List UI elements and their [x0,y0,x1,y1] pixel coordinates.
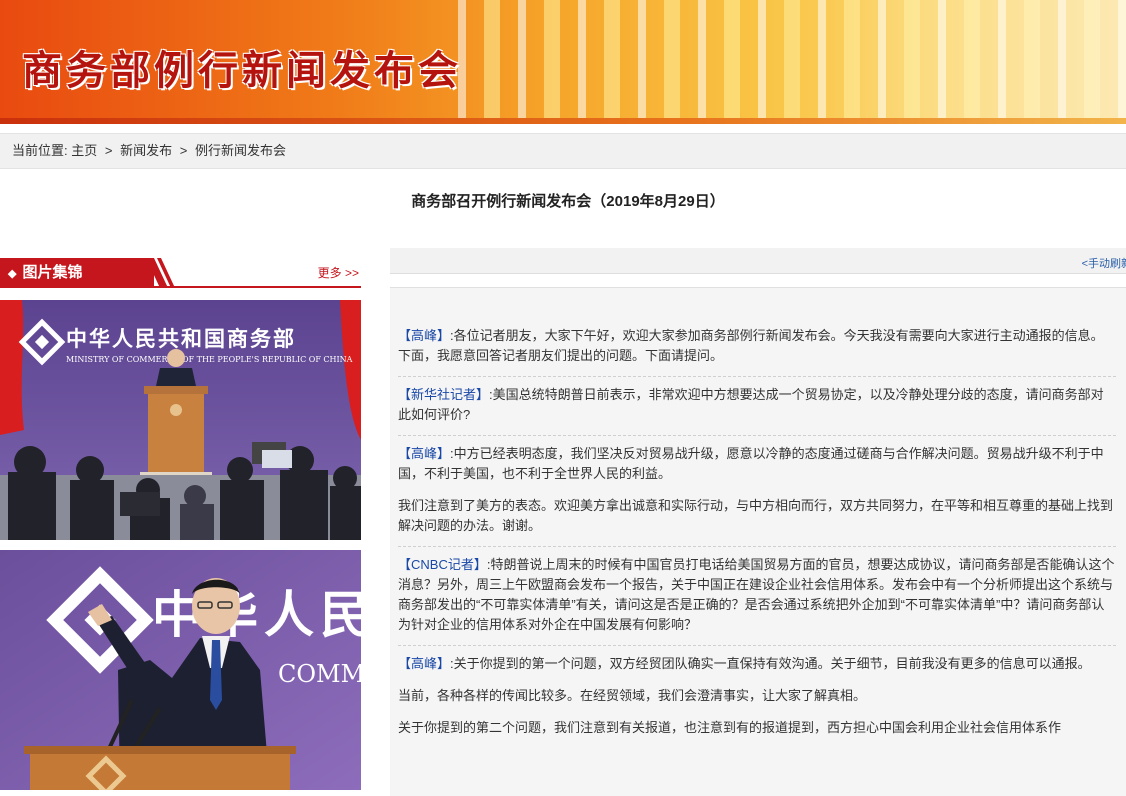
breadcrumb-home-link[interactable]: 主页 [71,143,97,158]
speaker-label: 【高峰】 [398,446,451,461]
slash-decoration-icon [146,258,175,288]
page-title: 商务部召开例行新闻发布会（2019年8月29日） [411,193,725,210]
transcript-paragraph: 【高峰】:中方已经表明态度，我们坚决反对贸易战升级，愿意以冷静的态度通过磋商与合… [398,444,1116,484]
diamond-icon: ◆ [8,268,17,280]
refresh-bar: <手动刷新 [390,248,1126,274]
photo1-sign-cn: 中华人民共和国商务部 [66,327,296,351]
gallery-tab: ◆ 图片集锦 [0,258,154,288]
banner-glow [826,0,1126,124]
transcript-paragraph-continued: 当前，各种各样的传闻比较多。在经贸领域，我们会澄清事实，让大家了解真相。 [398,688,867,703]
gallery-photo-podium[interactable]: 中华人民共和国商务部 MINISTRY OF COMMERCE OF THE P… [0,300,361,540]
transcript-entry: 【新华社记者】:美国总统特朗普日前表示，非常欢迎中方想要达成一个贸易协定，以及冷… [398,377,1116,436]
transcript-paragraph: 【高峰】:各位记者朋友，大家下午好，欢迎大家参加商务部例行新闻发布会。今天我没有… [398,326,1116,366]
photo-podium-image: 中华人民共和国商务部 MINISTRY OF COMMERCE OF THE P… [0,300,361,540]
breadcrumb-separator: > [104,143,113,158]
photo-gallery: ◆ 图片集锦 更多 >> 中华人民共和国商务部 MINISTRY OF COMM… [0,256,361,790]
header-banner: 商务部例行新闻发布会 [0,0,1126,124]
breadcrumb-prefix: 当前位置: [12,143,68,158]
breadcrumb: 当前位置: 主页 > 新闻发布 > 例行新闻发布会 [0,133,1126,169]
photo2-sign-en: COMMERC [278,660,361,688]
speaker-label: 【CNBC记者】 [398,557,487,572]
transcript-content[interactable]: 【高峰】:各位记者朋友，大家下午好，欢迎大家参加商务部例行新闻发布会。今天我没有… [390,287,1126,796]
speech-text: :特朗普说上周末的时候有中国官员打电话给美国贸易方面的官员，想要达成协议，请问商… [398,557,1115,632]
photo-speaker-image: 中华人民 COMMERC [0,550,361,790]
breadcrumb-news-link[interactable]: 新闻发布 [120,143,172,158]
speech-text: :中方已经表明态度，我们坚决反对贸易战升级，愿意以冷静的态度通过磋商与合作解决问… [398,446,1104,481]
speaker-label: 【新华社记者】 [398,387,490,402]
transcript-paragraph: 【CNBC记者】:特朗普说上周末的时候有中国官员打电话给美国贸易方面的官员，想要… [398,555,1116,635]
speaker-label: 【高峰】 [398,328,451,343]
speech-text: :各位记者朋友，大家下午好，欢迎大家参加商务部例行新闻发布会。今天我没有需要向大… [398,328,1104,363]
photo1-sign-en: MINISTRY OF COMMERCE OF THE PEOPLE'S REP… [66,355,353,364]
manual-refresh-link[interactable]: <手动刷新 [1082,255,1126,271]
photo2-sign-cn: 中华人民 [152,586,361,644]
transcript-paragraph: 【高峰】:关于你提到的第一个问题，双方经贸团队确实一直保持有效沟通。关于细节，目… [398,654,1116,674]
breadcrumb-press-conference-link[interactable]: 例行新闻发布会 [195,143,286,158]
transcript-paragraph: 【新华社记者】:美国总统特朗普日前表示，非常欢迎中方想要达成一个贸易协定，以及冷… [398,385,1116,425]
speech-text: :美国总统特朗普日前表示，非常欢迎中方想要达成一个贸易协定，以及冷静处理分歧的态… [398,387,1104,422]
transcript-entry: 【高峰】:各位记者朋友，大家下午好，欢迎大家参加商务部例行新闻发布会。今天我没有… [398,318,1116,377]
transcript-panel: <手动刷新 【高峰】:各位记者朋友，大家下午好，欢迎大家参加商务部例行新闻发布会… [390,248,1126,796]
transcript-paragraph-continued: 关于你提到的第二个问题，我们注意到有关报道，也注意到有的报道提到，西方担心中国会… [398,720,1062,735]
banner-bottom-band [0,118,1126,124]
gallery-header: ◆ 图片集锦 更多 >> [0,256,361,288]
transcript-entry: 【高峰】:关于你提到的第一个问题，双方经贸团队确实一直保持有效沟通。关于细节，目… [398,646,1116,748]
transcript-entry: 【CNBC记者】:特朗普说上周末的时候有中国官员打电话给美国贸易方面的官员，想要… [398,547,1116,646]
gallery-more-link[interactable]: 更多 >> [318,264,359,281]
gallery-title: 图片集锦 [22,264,83,281]
gallery-photo-speaker[interactable]: 中华人民 COMMERC [0,550,361,790]
speech-text: :关于你提到的第一个问题，双方经贸团队确实一直保持有效沟通。关于细节，目前我没有… [450,656,1091,671]
transcript-entry: 【高峰】:中方已经表明态度，我们坚决反对贸易战升级，愿意以冷静的态度通过磋商与合… [398,436,1116,547]
transcript-paragraph-continued: 我们注意到了美方的表态。欢迎美方拿出诚意和实际行动，与中方相向而行，双方共同努力… [398,498,1114,533]
banner-title: 商务部例行新闻发布会 [22,48,462,94]
breadcrumb-separator: > [179,143,188,158]
speaker-label: 【高峰】 [398,656,451,671]
